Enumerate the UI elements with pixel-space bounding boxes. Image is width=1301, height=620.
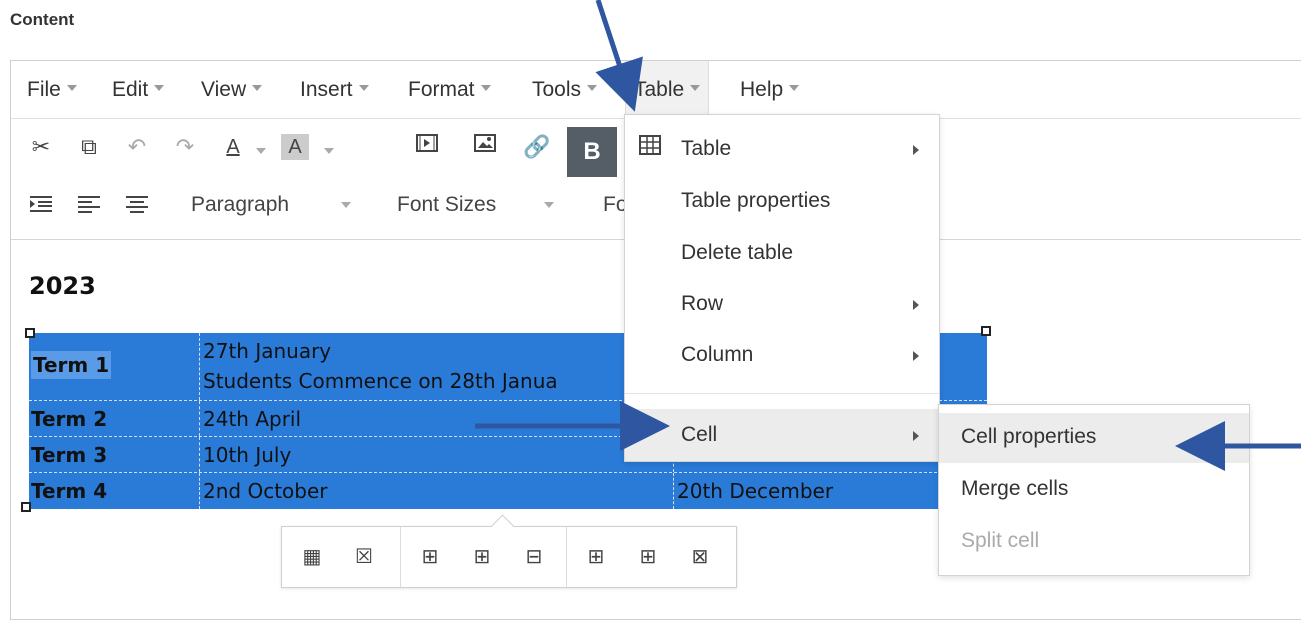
align-left-icon[interactable]	[73, 191, 105, 223]
table-cell[interactable]: 27th January Students Commence on 28th J…	[199, 333, 673, 400]
menu-item-column[interactable]: Column	[625, 331, 939, 381]
table-cell[interactable]: Term 2	[29, 407, 199, 431]
content-label: Content	[10, 10, 75, 29]
paragraph-select[interactable]: Paragraph	[191, 193, 352, 217]
chevron-down-icon	[690, 85, 701, 92]
menu-item-delete-table[interactable]: Delete table	[625, 229, 939, 279]
chevron-down-icon	[789, 85, 800, 92]
chevron-right-icon	[913, 431, 919, 441]
divider	[400, 527, 401, 587]
align-center-icon[interactable]	[121, 191, 153, 223]
menubar: File Edit View Insert Format Tools Table…	[11, 61, 1301, 119]
chevron-down-icon	[480, 85, 491, 92]
delete-table-icon[interactable]: ☒	[350, 543, 378, 571]
table-cell[interactable]: 10th July	[199, 437, 673, 472]
menu-table[interactable]: Table	[625, 61, 710, 119]
menu-item-table[interactable]: Table	[625, 125, 939, 175]
cell-submenu: Cell properties Merge cells Split cell	[938, 404, 1250, 576]
menu-help[interactable]: Help	[740, 78, 800, 102]
menu-item-cell-properties[interactable]: Cell properties	[939, 413, 1249, 463]
table-properties-icon[interactable]: ▦	[298, 543, 326, 571]
media-icon[interactable]	[411, 131, 443, 163]
table-cell[interactable]: Term 4	[29, 479, 199, 503]
chevron-down-icon	[544, 202, 555, 209]
chevron-down-icon	[252, 85, 263, 92]
insert-column-before-icon[interactable]: ⊞	[582, 543, 610, 571]
link-icon[interactable]: 🔗	[521, 131, 553, 163]
copy-icon[interactable]: ⧉	[73, 131, 105, 163]
indent-icon[interactable]	[25, 191, 57, 223]
chevron-right-icon	[913, 351, 919, 361]
chevron-down-icon	[587, 85, 598, 92]
font-sizes-select[interactable]: Font Sizes	[397, 193, 555, 217]
background-color-icon[interactable]: A	[281, 134, 309, 160]
chevron-down-icon[interactable]	[323, 131, 335, 163]
table-menu: Table Table properties Delete table Row …	[624, 114, 940, 462]
menu-item-table-properties[interactable]: Table properties	[625, 177, 939, 227]
insert-column-after-icon[interactable]: ⊞	[634, 543, 662, 571]
resize-handle-top-right[interactable]	[981, 326, 991, 336]
menu-tools[interactable]: Tools	[532, 78, 598, 102]
chevron-right-icon	[913, 145, 919, 155]
menu-item-row[interactable]: Row	[625, 280, 939, 330]
table-cell[interactable]: 24th April	[199, 401, 673, 436]
text-color-icon[interactable]: A	[217, 131, 249, 163]
document-heading: 2023	[29, 272, 96, 300]
image-icon[interactable]	[469, 131, 501, 163]
delete-column-icon[interactable]: ⊠	[686, 543, 714, 571]
menu-insert[interactable]: Insert	[300, 78, 369, 102]
table-context-toolbar: ▦ ☒ ⊞ ⊞ ⊟ ⊞ ⊞ ⊠	[281, 526, 737, 588]
undo-icon[interactable]: ↶	[121, 131, 153, 163]
delete-row-icon[interactable]: ⊟	[520, 543, 548, 571]
menu-divider	[625, 393, 939, 394]
table-grid-icon	[639, 135, 661, 161]
menu-format[interactable]: Format	[408, 78, 491, 102]
menu-item-merge-cells[interactable]: Merge cells	[939, 465, 1249, 515]
bold-button[interactable]: B	[567, 127, 617, 177]
divider	[566, 527, 567, 587]
menu-edit[interactable]: Edit	[112, 78, 165, 102]
resize-handle-bottom-left[interactable]	[21, 502, 31, 512]
chevron-down-icon	[66, 85, 77, 92]
cut-icon[interactable]: ✂	[25, 131, 57, 163]
table-row[interactable]: Term 4 2nd October 20th December	[29, 473, 987, 509]
chevron-down-icon	[358, 85, 369, 92]
table-cell[interactable]: Term 1	[29, 351, 199, 379]
menu-file[interactable]: File	[27, 78, 77, 102]
insert-row-after-icon[interactable]: ⊞	[468, 543, 496, 571]
redo-icon[interactable]: ↷	[169, 131, 201, 163]
table-cell[interactable]: Term 3	[29, 443, 199, 467]
menu-item-split-cell[interactable]: Split cell	[939, 517, 1249, 567]
chevron-down-icon	[341, 202, 352, 209]
chevron-down-icon	[154, 85, 165, 92]
menu-view[interactable]: View	[201, 78, 263, 102]
table-cell[interactable]: 2nd October	[199, 473, 673, 509]
resize-handle-top-left[interactable]	[25, 328, 35, 338]
insert-row-before-icon[interactable]: ⊞	[416, 543, 444, 571]
chevron-down-icon[interactable]	[255, 131, 267, 163]
menu-item-cell[interactable]: Cell	[625, 409, 939, 461]
chevron-right-icon	[913, 300, 919, 310]
